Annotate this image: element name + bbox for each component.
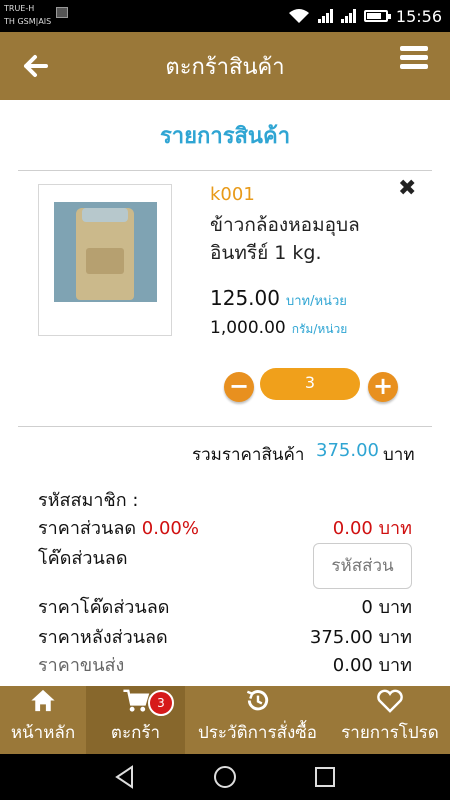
hamburger-icon [400, 46, 428, 51]
after-discount-label: ราคาหลังส่วนลด [38, 627, 168, 648]
section-title: รายการสินค้า [159, 124, 291, 149]
increase-quantity-button[interactable]: + [368, 372, 398, 402]
nav-home[interactable]: หน้าหลัก [0, 686, 86, 754]
arrow-left-icon [24, 55, 48, 77]
wifi-icon [288, 9, 309, 23]
divider [18, 170, 432, 171]
minus-icon: − [228, 372, 250, 400]
divider [18, 426, 432, 427]
discount-value: 0.00 บาท [332, 518, 412, 539]
signal-1-icon [317, 9, 333, 23]
discount-row-label: ราคาส่วนลด 0.00% [38, 513, 199, 542]
carrier-info: TRUE-H TH GSM|AIS [4, 2, 51, 28]
close-icon: ✖ [398, 176, 417, 201]
product-weight: 1,000.00 [210, 318, 286, 338]
carrier-line2: TH GSM|AIS [4, 17, 52, 26]
nav-home-label: หน้าหลัก [10, 723, 76, 743]
price-unit: บาท/หน่วย [285, 294, 347, 309]
battery-icon [363, 10, 391, 22]
coupon-discount-value: 0 บาท [361, 597, 412, 618]
coupon-discount-label: ราคาโค๊ดส่วนลด [38, 597, 170, 618]
nav-favorites-label: รายการโปรด [341, 723, 439, 743]
member-code-label: รหัสสมาชิก : [38, 490, 139, 511]
history-icon [246, 690, 268, 711]
system-nav-bar [0, 754, 450, 800]
carrier-line1: TRUE-H [4, 4, 35, 13]
product-price: 125.00 [210, 286, 280, 310]
weight-line: 1,000.00 กรัม/หน่วย [210, 318, 347, 339]
menu-button[interactable] [400, 46, 428, 70]
product-name-line1: ข้าวกล้องหอมอุบล [210, 214, 360, 236]
status-time: 15:56 [395, 6, 442, 26]
plus-icon: + [372, 372, 394, 400]
home-circle-icon[interactable] [212, 764, 238, 790]
shipping-label: ราคาขนส่ง [38, 655, 125, 676]
status-icons: 15:56 [288, 4, 442, 28]
cart-icon [122, 689, 149, 712]
product-code: k001 [210, 184, 255, 205]
total-value: 375.00 [316, 440, 379, 461]
weight-unit: กรัม/หน่วย [291, 322, 348, 336]
product-name: ข้าวกล้องหอมอุบล อินทรีย์ 1 kg. [210, 211, 410, 267]
discount-percent: 0.00% [141, 518, 199, 539]
nav-history-label: ประวัติการสั่งซื้อ [197, 723, 318, 743]
nav-favorites[interactable]: รายการโปรด [330, 686, 450, 754]
page-title: ตะกร้าสินค้า [165, 54, 285, 80]
product-image-frame[interactable] [38, 184, 172, 336]
total-label: รวมราคาสินค้า [192, 445, 305, 465]
nav-cart-label: ตะกร้า [110, 723, 161, 743]
after-discount-value: 375.00 บาท [309, 627, 412, 648]
discount-label: ราคาส่วนลด [38, 518, 137, 539]
home-icon [31, 689, 55, 712]
coupon-code-input[interactable]: รหัสส่วน [313, 543, 412, 589]
total-currency: บาท [383, 445, 415, 465]
product-name-line2: อินทรีย์ 1 kg. [210, 242, 322, 264]
quantity-field[interactable]: 3 [260, 368, 360, 400]
signal-2-icon [340, 9, 356, 23]
back-button[interactable] [22, 52, 50, 80]
coupon-label: โค๊ดส่วนลด [38, 548, 128, 569]
remove-item-button[interactable]: ✖ [398, 176, 416, 201]
back-triangle-icon[interactable] [112, 764, 138, 790]
decrease-quantity-button[interactable]: − [224, 372, 254, 402]
cart-count-badge: 3 [148, 690, 174, 716]
heart-icon [377, 689, 403, 713]
price-line: 125.00 บาท/หน่วย [210, 286, 347, 311]
recent-apps-icon[interactable] [312, 764, 338, 790]
nav-cart[interactable]: ตะกร้า 3 [86, 686, 185, 754]
status-bar: TRUE-H TH GSM|AIS 15:56 [0, 0, 450, 32]
app-bar: ตะกร้าสินค้า [0, 32, 450, 100]
shipping-value: 0.00 บาท [332, 655, 412, 676]
image-notification-icon [56, 7, 68, 18]
product-image [54, 202, 157, 302]
bottom-nav: หน้าหลัก ตะกร้า 3 ประวัติการสั่งซื้อ ราย… [0, 686, 450, 754]
nav-order-history[interactable]: ประวัติการสั่งซื้อ [185, 686, 330, 754]
